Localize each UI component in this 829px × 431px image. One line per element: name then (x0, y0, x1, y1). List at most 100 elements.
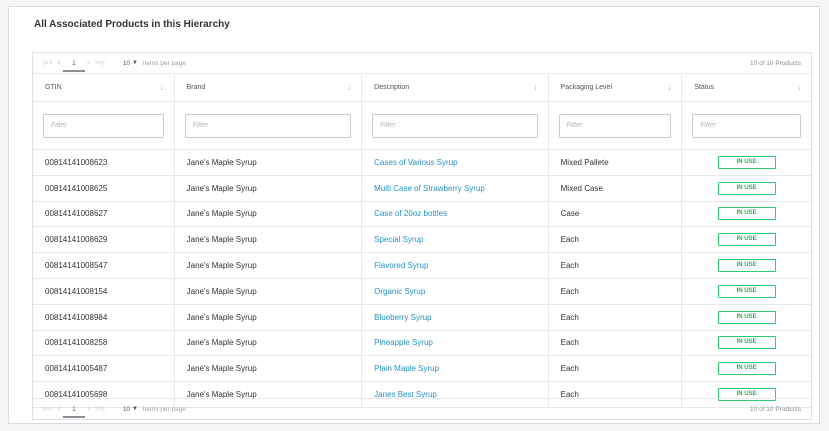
column-header-label: GTIN (45, 84, 62, 91)
column-header-label: Packaging Level (560, 84, 613, 91)
page-number-button[interactable]: 1 (63, 60, 85, 72)
panel-title: All Associated Products in this Hierarch… (34, 19, 230, 30)
filter-row (33, 102, 811, 150)
brand-cell: Jane's Maple Syrup (175, 330, 363, 356)
last-page-icon[interactable]: >>| (95, 406, 105, 413)
last-page-icon[interactable]: >>| (95, 60, 105, 67)
column-header-label: Description (374, 84, 410, 91)
column-header-row: GTIN ↓ Brand ↓ Description ↓ Packaging L… (33, 74, 811, 102)
prev-page-icon[interactable]: < (57, 406, 61, 413)
next-page-icon[interactable]: > (87, 60, 91, 67)
caret-down-icon[interactable]: ▼ (132, 60, 138, 66)
table-row[interactable]: 00814141008625 Jane's Maple Syrup Multi Ca… (33, 175, 811, 202)
pager-top: |<< < 1 > >>| 10 ▼ items per page 10 of … (33, 53, 811, 74)
table-row[interactable]: 00814141005487 Jane's Maple Syrup Plain Ma… (33, 356, 811, 383)
status-badge: IN USE (717, 362, 776, 376)
pager-total: 10 of 10 Products (750, 59, 801, 67)
page-size-select[interactable]: 10 (123, 406, 130, 413)
status-filter-input[interactable] (692, 113, 801, 138)
status-badge: IN USE (717, 259, 776, 273)
caret-down-icon[interactable]: ▼ (132, 406, 138, 412)
description-link[interactable]: Flavored Syrup (362, 253, 549, 278)
description-link[interactable]: Case of 20oz bottles (362, 201, 549, 227)
gtin-cell: 00814141008984 (33, 304, 175, 330)
packaging-level-cell: Each (549, 356, 683, 382)
sort-arrow-down-icon[interactable]: ↓ (347, 83, 351, 92)
sort-arrow-down-icon[interactable]: ↓ (534, 83, 538, 92)
status-badge: IN USE (717, 181, 776, 195)
status-cell: IN USE (682, 227, 811, 252)
description-link[interactable]: Cases of Various Syrup (362, 150, 549, 175)
products-grid: |<< < 1 > >>| 10 ▼ items per page 10 of … (32, 52, 812, 420)
status-badge: IN USE (717, 233, 776, 247)
status-badge: IN USE (717, 155, 776, 169)
gtin-cell: 00814141005487 (33, 356, 175, 382)
column-header-brand[interactable]: Brand ↓ (175, 74, 363, 101)
table-row[interactable]: 00814141008627 Jane's Maple Syrup Case of … (33, 201, 811, 228)
brand-cell: Jane's Maple Syrup (175, 201, 363, 227)
description-link[interactable]: Special Syrup (362, 227, 549, 253)
status-cell: IN USE (682, 279, 811, 304)
sort-arrow-down-icon[interactable]: ↓ (160, 83, 164, 92)
status-badge: IN USE (717, 207, 776, 221)
first-page-icon[interactable]: |<< (43, 406, 53, 413)
brand-cell: Jane's Maple Syrup (175, 253, 363, 278)
products-panel: All Associated Products in this Hierarch… (8, 6, 820, 424)
next-page-icon[interactable]: > (87, 406, 91, 413)
table-row[interactable]: 00814141008547 Jane's Maple Syrup Flavored… (33, 253, 811, 279)
page-size-select[interactable]: 10 (123, 60, 130, 67)
column-header-status[interactable]: Status ↓ (682, 74, 811, 101)
prev-page-icon[interactable]: < (57, 60, 61, 67)
filter-cell (33, 102, 175, 149)
description-link[interactable]: Pineapple Syrup (362, 330, 549, 356)
sort-arrow-down-icon[interactable]: ↓ (667, 83, 671, 92)
status-badge: IN USE (717, 336, 776, 350)
table-row[interactable]: 00814141008154 Jane's Maple Syrup Organic … (33, 278, 811, 305)
status-cell: IN USE (682, 305, 811, 330)
gtin-cell: 00814141008627 (33, 201, 175, 227)
description-link[interactable]: Multi Case of Strawberry Syrup (362, 175, 549, 201)
packaging-level-cell: Each (549, 330, 683, 356)
brand-cell: Jane's Maple Syrup (175, 175, 363, 201)
first-page-icon[interactable]: |<< (43, 60, 53, 67)
gtin-cell: 00814141008629 (33, 227, 175, 253)
column-header-description[interactable]: Description ↓ (362, 74, 549, 101)
brand-cell: Jane's Maple Syrup (175, 278, 363, 304)
table-row[interactable]: 00814141008984 Jane's Maple Syrup Blueberr… (33, 304, 811, 331)
packaging-filter-input[interactable] (558, 113, 672, 138)
column-header-label: Brand (186, 84, 206, 91)
gtin-cell: 00814141008625 (33, 175, 175, 201)
status-cell: IN USE (682, 176, 811, 201)
column-header-gtin[interactable]: GTIN ↓ (33, 74, 175, 101)
page-number-button[interactable]: 1 (63, 406, 85, 418)
packaging-level-cell: Mixed Case (549, 175, 683, 201)
brand-cell: Jane's Maple Syrup (175, 150, 363, 175)
column-header-label: Status (694, 84, 715, 91)
table-row[interactable]: 00814141008629 Jane's Maple Syrup Special … (33, 227, 811, 254)
gtin-filter-input[interactable] (43, 113, 164, 138)
brand-filter-input[interactable] (184, 113, 352, 138)
description-link[interactable]: Plain Maple Syrup (362, 356, 549, 382)
gtin-cell: 00814141008154 (33, 278, 175, 304)
packaging-level-cell: Each (549, 278, 683, 304)
packaging-level-cell: Mixed Pallete (549, 150, 683, 175)
table-row[interactable]: 00814141008623 Jane's Maple Syrup Cases of… (33, 150, 811, 176)
description-link[interactable]: Blueberry Syrup (362, 304, 549, 330)
status-badge: IN USE (717, 284, 776, 298)
grid-header: GTIN ↓ Brand ↓ Description ↓ Packaging L… (33, 74, 811, 150)
filter-cell (549, 102, 683, 149)
table-row[interactable]: 00814141008258 Jane's Maple Syrup Pineappl… (33, 330, 811, 357)
filter-cell (362, 102, 549, 149)
gtin-cell: 00814141008258 (33, 330, 175, 356)
pager-total: 10 of 10 Products (750, 405, 801, 413)
column-header-packaging-level[interactable]: Packaging Level ↓ (549, 74, 683, 101)
brand-cell: Jane's Maple Syrup (175, 356, 363, 382)
status-badge: IN USE (717, 310, 776, 324)
gtin-cell: 00814141008623 (33, 150, 175, 175)
status-cell: IN USE (682, 202, 811, 227)
description-filter-input[interactable] (372, 113, 538, 138)
description-link[interactable]: Organic Syrup (362, 278, 549, 304)
sort-arrow-down-icon[interactable]: ↓ (797, 83, 801, 92)
packaging-level-cell: Case (549, 201, 683, 227)
filter-cell (682, 102, 811, 149)
